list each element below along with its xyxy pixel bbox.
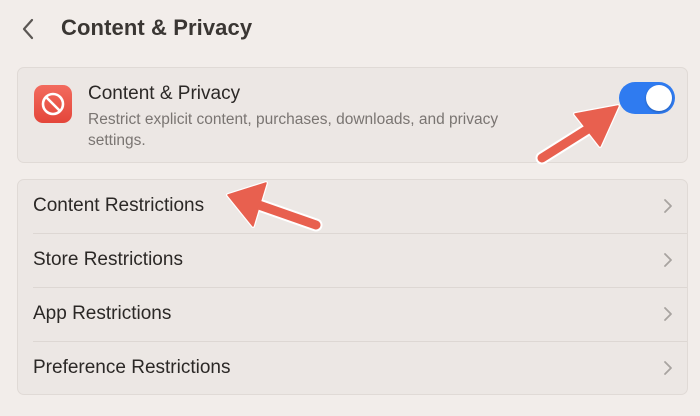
prohibited-icon	[34, 85, 72, 123]
header: Content & Privacy	[0, 0, 700, 58]
restrictions-list: Content Restrictions Store Restrictions …	[17, 179, 688, 395]
back-button[interactable]	[14, 14, 42, 44]
content-privacy-card: Content & Privacy Restrict explicit cont…	[17, 67, 688, 163]
chevron-right-icon	[664, 253, 672, 267]
chevron-right-icon	[664, 361, 672, 375]
page-title: Content & Privacy	[61, 15, 253, 40]
row-label: App Restrictions	[33, 303, 172, 324]
chevron-right-icon	[664, 199, 672, 213]
row-label: Content Restrictions	[33, 195, 205, 216]
row-preference-restrictions[interactable]: Preference Restrictions	[18, 342, 687, 395]
content-privacy-toggle[interactable]	[619, 82, 675, 114]
row-label: Store Restrictions	[33, 249, 183, 270]
chevron-right-icon	[664, 307, 672, 321]
content-privacy-title: Content & Privacy	[88, 83, 241, 104]
row-content-restrictions[interactable]: Content Restrictions	[18, 180, 687, 233]
row-app-restrictions[interactable]: App Restrictions	[18, 288, 687, 341]
row-label: Preference Restrictions	[33, 357, 231, 378]
row-store-restrictions[interactable]: Store Restrictions	[18, 234, 687, 287]
toggle-knob	[646, 85, 672, 111]
content-privacy-description: Restrict explicit content, purchases, do…	[88, 111, 499, 149]
chevron-left-icon	[22, 18, 34, 40]
content-privacy-settings-page: Content & Privacy Content & Privacy Rest…	[0, 0, 700, 416]
